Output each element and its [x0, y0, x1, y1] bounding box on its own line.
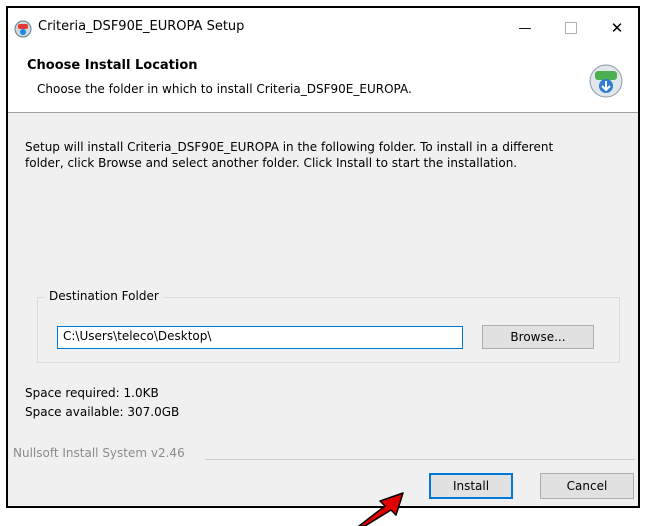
page-subtitle: Choose the folder in which to install Cr…	[37, 82, 412, 96]
installer-header-icon	[589, 64, 623, 98]
minimize-button[interactable]: —	[502, 8, 548, 48]
window-title: Criteria_DSF90E_EUROPA Setup	[38, 19, 245, 34]
intro-text: Setup will install Criteria_DSF90E_EUROP…	[25, 139, 615, 171]
space-required: Space required: 1.0KB	[25, 386, 159, 400]
page-title: Choose Install Location	[27, 58, 198, 73]
space-available: Space available: 307.0GB	[25, 405, 180, 419]
header-panel: Choose Install Location Choose the folde…	[8, 48, 638, 113]
cancel-button[interactable]: Cancel	[540, 473, 634, 499]
space-info: Space required: 1.0KB Space available: 3…	[25, 384, 179, 422]
install-button[interactable]: Install	[429, 473, 513, 499]
intro-line-1: Setup will install Criteria_DSF90E_EUROP…	[25, 140, 554, 154]
maximize-button[interactable]	[548, 8, 594, 48]
nsis-branding: Nullsoft Install System v2.46	[13, 446, 185, 460]
browse-button[interactable]: Browse...	[482, 325, 594, 349]
intro-line-2: folder, click Browse and select another …	[25, 156, 518, 170]
setup-dialog: Criteria_DSF90E_EUROPA Setup — ✕ Choose …	[6, 6, 640, 508]
title-bar: Criteria_DSF90E_EUROPA Setup — ✕	[8, 8, 638, 48]
red-arrow-annotation	[358, 492, 404, 526]
close-button[interactable]: ✕	[594, 8, 640, 48]
destination-folder-label: Destination Folder	[45, 289, 163, 303]
maximize-icon	[565, 22, 577, 34]
destination-path-input[interactable]: C:\Users\teleco\Desktop\	[57, 326, 463, 349]
footer-divider	[205, 459, 635, 460]
close-icon: ✕	[610, 19, 624, 37]
minimize-icon: —	[518, 20, 532, 36]
installer-app-icon	[14, 20, 32, 38]
